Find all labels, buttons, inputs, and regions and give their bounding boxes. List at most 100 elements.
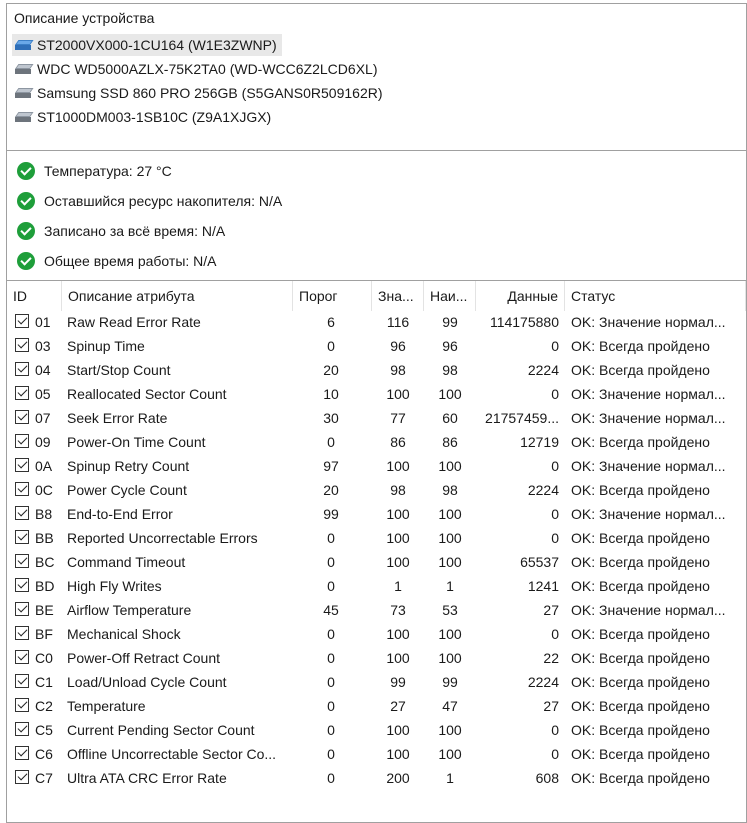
table-row[interactable]: C7 Ultra ATA CRC Error Rate 0 200 1 608 OK: Вс… — [7, 766, 746, 790]
cell-id: C0 — [35, 650, 53, 666]
row-checkbox[interactable] — [15, 722, 29, 736]
table-row[interactable]: B8 End-to-End Error 99 100 100 0 OK: Значение … — [7, 502, 746, 526]
row-checkbox[interactable] — [15, 506, 29, 520]
table-row[interactable]: C6 Offline Uncorrectable Sector Co... 0 100… — [7, 742, 746, 766]
table-row[interactable]: BD High Fly Writes 0 1 1 1241 OK: Всегда пройд… — [7, 574, 746, 598]
row-checkbox[interactable] — [15, 458, 29, 472]
cell-threshold: 0 — [327, 746, 335, 762]
row-checkbox[interactable] — [15, 770, 29, 784]
cell-id: 07 — [35, 410, 51, 426]
summary-label: Оставшийся ресурс накопителя: N/A — [44, 193, 283, 209]
cell-value: 1 — [394, 578, 402, 594]
col-header-description[interactable]: Описание атрибута — [62, 281, 293, 311]
cell-value: 99 — [390, 674, 406, 690]
cell-worst: 99 — [442, 674, 458, 690]
row-checkbox[interactable] — [15, 650, 29, 664]
row-checkbox[interactable] — [15, 746, 29, 760]
row-checkbox[interactable] — [15, 314, 29, 328]
cell-threshold: 0 — [327, 698, 335, 714]
table-row[interactable]: C1 Load/Unload Cycle Count 0 99 99 2224 OK: Вс… — [7, 670, 746, 694]
table-row[interactable]: BC Command Timeout 0 100 100 65537 OK: Всегда … — [7, 550, 746, 574]
cell-description: Power-On Time Count — [67, 434, 206, 450]
device-label: ST2000VX000-1CU164 (W1E3ZWNP) — [37, 37, 277, 53]
cell-status: OK: Значение нормал... — [571, 506, 726, 522]
row-checkbox[interactable] — [15, 674, 29, 688]
table-row[interactable]: C5 Current Pending Sector Count 0 100 100 0 OK… — [7, 718, 746, 742]
device-item[interactable]: ST1000DM003-1SB10C (Z9A1XJGX) — [12, 106, 276, 128]
device-list-panel: Описание устройства ST2000VX000-1CU164 (… — [6, 3, 747, 151]
cell-id: 04 — [35, 362, 51, 378]
table-row[interactable]: BE Airflow Temperature 45 73 53 27 OK: Значени… — [7, 598, 746, 622]
cell-worst: 100 — [438, 626, 462, 642]
cell-status: OK: Всегда пройдено — [571, 554, 710, 570]
cell-threshold: 20 — [323, 482, 339, 498]
hdd-icon — [15, 88, 34, 98]
cell-data: 2224 — [527, 362, 559, 378]
cell-id: BC — [35, 554, 55, 570]
cell-description: Offline Uncorrectable Sector Co... — [67, 746, 277, 762]
cell-id: 03 — [35, 338, 51, 354]
cell-value: 98 — [390, 362, 406, 378]
table-row[interactable]: 03 Spinup Time 0 96 96 0 OK: Всегда пройдено — [7, 334, 746, 358]
row-checkbox[interactable] — [15, 482, 29, 496]
row-checkbox[interactable] — [15, 626, 29, 640]
cell-worst: 60 — [442, 410, 458, 426]
table-row[interactable]: 04 Start/Stop Count 20 98 98 2224 OK: Всегда п… — [7, 358, 746, 382]
table-row[interactable]: 01 Raw Read Error Rate 6 116 99 114175880 OK: … — [7, 310, 746, 334]
row-checkbox[interactable] — [15, 530, 29, 544]
row-checkbox[interactable] — [15, 578, 29, 592]
row-checkbox[interactable] — [15, 338, 29, 352]
cell-worst: 100 — [438, 506, 462, 522]
cell-threshold: 0 — [327, 338, 335, 354]
cell-worst: 98 — [442, 362, 458, 378]
row-checkbox[interactable] — [15, 698, 29, 712]
row-checkbox[interactable] — [15, 362, 29, 376]
cell-id: 0A — [35, 458, 53, 474]
table-row[interactable]: BB Reported Uncorrectable Errors 0 100 100 0 O… — [7, 526, 746, 550]
table-row[interactable]: 05 Reallocated Sector Count 10 100 100 0 OK: З… — [7, 382, 746, 406]
col-header-worst[interactable]: Наи... — [424, 281, 476, 311]
table-row[interactable]: 07 Seek Error Rate 30 77 60 21757459... OK: Зн… — [7, 406, 746, 430]
cell-value: 100 — [386, 530, 410, 546]
cell-data: 21757459... — [485, 410, 559, 426]
cell-status: OK: Всегда пройдено — [571, 770, 710, 786]
cell-id: BB — [35, 530, 54, 546]
device-item[interactable]: WDC WD5000AZLX-75K2TA0 (WD-WCC6Z2LCD6XL) — [12, 58, 382, 80]
device-item[interactable]: Samsung SSD 860 PRO 256GB (S5GANS0R50916… — [12, 82, 388, 104]
cell-description: Airflow Temperature — [67, 602, 192, 618]
col-header-id[interactable]: ID — [7, 281, 62, 311]
cell-threshold: 0 — [327, 722, 335, 738]
table-row[interactable]: 09 Power-On Time Count 0 86 86 12719 OK: Всегд… — [7, 430, 746, 454]
cell-description: Reported Uncorrectable Errors — [67, 530, 258, 546]
row-checkbox[interactable] — [15, 602, 29, 616]
summary-label: Общее время работы: N/A — [44, 253, 217, 269]
col-header-value[interactable]: Зна... — [372, 281, 424, 311]
cell-id: BD — [35, 578, 55, 594]
device-item[interactable]: ST2000VX000-1CU164 (W1E3ZWNP) — [12, 34, 282, 56]
cell-id: 05 — [35, 386, 51, 402]
cell-id: 0C — [35, 482, 53, 498]
cell-description: Seek Error Rate — [67, 410, 168, 426]
cell-worst: 99 — [442, 314, 458, 330]
cell-threshold: 30 — [323, 410, 339, 426]
col-header-status[interactable]: Статус — [565, 281, 746, 311]
row-checkbox[interactable] — [15, 386, 29, 400]
cell-value: 116 — [386, 314, 410, 330]
cell-value: 100 — [386, 650, 410, 666]
cell-worst: 1 — [446, 578, 454, 594]
table-row[interactable]: C0 Power-Off Retract Count 0 100 100 22 OK: Вс… — [7, 646, 746, 670]
col-header-threshold[interactable]: Порог — [293, 281, 372, 311]
row-checkbox[interactable] — [15, 434, 29, 448]
cell-status: OK: Всегда пройдено — [571, 362, 710, 378]
cell-data: 0 — [551, 506, 559, 522]
table-row[interactable]: BF Mechanical Shock 0 100 100 0 OK: Всегда про… — [7, 622, 746, 646]
row-checkbox[interactable] — [15, 410, 29, 424]
row-checkbox[interactable] — [15, 554, 29, 568]
ok-check-icon — [17, 222, 35, 240]
table-row[interactable]: 0A Spinup Retry Count 97 100 100 0 OK: Значени… — [7, 454, 746, 478]
cell-threshold: 0 — [327, 434, 335, 450]
col-header-data[interactable]: Данные — [476, 281, 565, 311]
table-row[interactable]: 0C Power Cycle Count 20 98 98 2224 OK: Всегда … — [7, 478, 746, 502]
cell-data: 0 — [551, 386, 559, 402]
table-row[interactable]: C2 Temperature 0 27 47 27 OK: Всегда пройдено — [7, 694, 746, 718]
